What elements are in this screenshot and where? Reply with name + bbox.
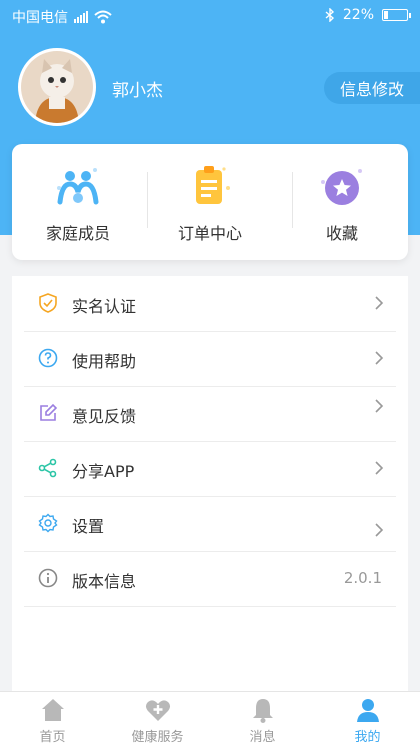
menu-item-label: 分享APP: [72, 462, 135, 481]
version-number: 2.0.1: [343, 569, 382, 587]
menu-item-label: 设置: [72, 517, 105, 536]
chevron-right-icon: [375, 399, 384, 413]
order-clipboard-icon: [196, 166, 230, 204]
tab-label: 消息: [249, 730, 276, 745]
tab-label: 我的: [354, 730, 381, 745]
edit-feedback-icon: [40, 403, 58, 421]
menu-item-version-info[interactable]: 版本信息 2.0.1: [24, 551, 396, 607]
tab-messages[interactable]: 消息: [210, 692, 315, 748]
family-icon: [57, 168, 99, 205]
bottom-tab-bar: 首页 健康服务 消息 我的: [0, 691, 420, 748]
signal-icon: [74, 11, 88, 23]
quick-actions-card: 家庭成员 订单中心 收藏: [12, 144, 408, 260]
menu-item-label: 意见反馈: [72, 407, 137, 426]
menu-item-feedback[interactable]: 意见反馈: [24, 386, 396, 442]
bluetooth-icon: [325, 8, 334, 22]
status-bar: 中国电信 22%: [0, 0, 420, 32]
tab-home[interactable]: 首页: [0, 692, 105, 748]
chevron-right-icon: [375, 461, 384, 475]
chevron-right-icon: [375, 523, 384, 537]
tab-mine[interactable]: 我的: [315, 692, 420, 748]
favorites-label: 收藏: [325, 224, 358, 243]
order-center-label: 订单中心: [177, 224, 242, 243]
menu-item-settings[interactable]: 设置: [24, 496, 396, 552]
menu-list: 实名认证 使用帮助 意见反馈 分享APP 设置 版本信息 2.0.1: [12, 276, 408, 696]
tab-health-services[interactable]: 健康服务: [105, 692, 210, 748]
shield-check-icon: [39, 293, 57, 313]
bell-icon: [252, 699, 273, 723]
chevron-right-icon: [375, 296, 384, 310]
user-name: 郭小杰: [112, 81, 163, 101]
family-members-button[interactable]: 家庭成员: [12, 144, 144, 260]
tab-label: 健康服务: [131, 730, 184, 745]
family-members-label: 家庭成员: [45, 224, 110, 243]
share-icon: [38, 458, 57, 478]
menu-item-help[interactable]: 使用帮助: [24, 331, 396, 387]
info-circle-icon: [38, 568, 58, 588]
settings-gear-icon: [38, 513, 58, 533]
menu-item-label: 使用帮助: [72, 352, 137, 371]
question-circle-icon: [38, 348, 58, 368]
order-center-button[interactable]: 订单中心: [144, 144, 276, 260]
home-icon: [41, 699, 64, 721]
battery-percent: 22%: [342, 7, 374, 23]
star-favorite-icon: [321, 169, 362, 205]
menu-item-share-app[interactable]: 分享APP: [24, 441, 396, 497]
menu-item-real-name-verification[interactable]: 实名认证: [24, 276, 396, 332]
menu-item-label: 实名认证: [72, 297, 137, 316]
carrier-label: 中国电信: [12, 10, 68, 26]
menu-item-label: 版本信息: [72, 572, 137, 591]
tab-label: 首页: [39, 730, 66, 745]
favorites-button[interactable]: 收藏: [276, 144, 408, 260]
wifi-icon: [94, 10, 112, 24]
battery-icon: [382, 9, 411, 21]
health-heart-icon: [145, 700, 170, 721]
chevron-right-icon: [375, 351, 384, 365]
avatar[interactable]: [18, 48, 96, 126]
edit-info-button[interactable]: 信息修改: [324, 72, 420, 104]
user-profile-icon: [356, 699, 379, 722]
